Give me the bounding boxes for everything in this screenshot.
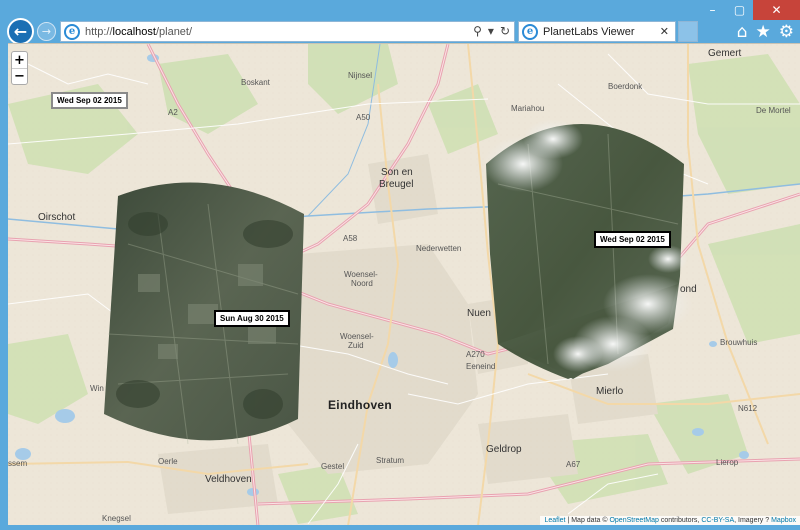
- label-a2: A2: [168, 108, 178, 117]
- label-woensel-noord: Woensel-: [344, 270, 378, 279]
- forward-button[interactable]: →: [37, 22, 56, 41]
- label-woensel-zuid-2: Zuid: [348, 341, 364, 350]
- refresh-icon[interactable]: ↻: [500, 24, 510, 38]
- favorites-star-icon[interactable]: ★: [756, 22, 771, 42]
- label-gestel: Gestel: [321, 462, 345, 471]
- label-son-en: Son en: [381, 167, 413, 178]
- label-nederwetten: Nederwetten: [416, 244, 462, 253]
- back-button[interactable]: ←: [7, 18, 34, 45]
- zoom-in-button[interactable]: +: [12, 52, 27, 68]
- label-oirschot: Oirschot: [38, 212, 76, 223]
- dropdown-icon[interactable]: ▾: [488, 24, 494, 38]
- label-brouwhuis: Brouwhuis: [720, 338, 758, 347]
- url-text[interactable]: http://localhost/planet/: [85, 26, 192, 38]
- label-eeneind: Eeneind: [466, 362, 496, 371]
- label-mierlo: Mierlo: [596, 386, 624, 397]
- label-stratum: Stratum: [376, 456, 405, 465]
- zoom-control: + −: [11, 51, 28, 85]
- map-container[interactable]: Oirschot Boskant Nijnsel Boerdonk Gemert…: [8, 43, 800, 525]
- cc-link[interactable]: CC-BY-SA: [701, 517, 734, 524]
- label-win: Win: [90, 384, 104, 393]
- label-a58: A58: [343, 234, 358, 243]
- arrow-right-icon: →: [41, 25, 52, 38]
- label-breugel: Breugel: [379, 179, 414, 190]
- label-boerdonk: Boerdonk: [608, 82, 643, 91]
- browser-right-icons: ⌂ ★ ⚙: [737, 22, 794, 42]
- label-knegsel: Knegsel: [102, 514, 131, 523]
- zoom-out-button[interactable]: −: [12, 68, 27, 84]
- address-tools: ⚲ ▾ ↻: [473, 24, 510, 38]
- label-a67: A67: [566, 460, 581, 469]
- label-essem: ssem: [8, 459, 28, 468]
- label-oerle: Oerle: [158, 457, 178, 466]
- settings-gear-icon[interactable]: ⚙: [779, 22, 794, 42]
- label-veldhoven: Veldhoven: [205, 474, 252, 485]
- date-label-left-scene[interactable]: Sun Aug 30 2015: [214, 310, 290, 327]
- browser-window: – ▢ ✕ ← → e http://localhost/planet/ ⚲ ▾…: [0, 0, 800, 530]
- attribution-text-3: , Imagery ?: [734, 517, 772, 524]
- label-n612: N612: [738, 404, 758, 413]
- tab-planetlabs[interactable]: e PlanetLabs Viewer ✕: [518, 21, 676, 42]
- address-bar[interactable]: e http://localhost/planet/ ⚲ ▾ ↻: [60, 21, 515, 42]
- home-icon[interactable]: ⌂: [737, 22, 748, 42]
- new-tab-button[interactable]: [678, 21, 698, 42]
- attribution-text-2: contributors,: [658, 517, 702, 524]
- leaflet-link[interactable]: Leaflet: [544, 517, 565, 524]
- map-attribution: Leaflet | Map data © OpenStreetMap contr…: [540, 516, 800, 525]
- label-de-mortel: De Mortel: [756, 106, 791, 115]
- attribution-text-1: | Map data ©: [565, 517, 610, 524]
- label-eindhoven: Eindhoven: [328, 398, 393, 412]
- label-mariahout: Mariahou: [511, 104, 545, 113]
- tab-close-icon[interactable]: ✕: [660, 25, 669, 38]
- label-lierop: Lierop: [716, 458, 739, 467]
- date-label-topleft[interactable]: Wed Sep 02 2015: [51, 92, 128, 109]
- osm-link[interactable]: OpenStreetMap: [609, 517, 658, 524]
- ie-page-icon: e: [64, 23, 80, 40]
- label-woensel-noord-2: Noord: [351, 279, 373, 288]
- label-boskant: Boskant: [241, 78, 270, 87]
- label-nijnsel: Nijnsel: [348, 71, 373, 80]
- label-nuenen: Nuen: [467, 308, 491, 319]
- ie-tab-icon: e: [522, 23, 538, 40]
- label-woensel-zuid: Woensel-: [340, 332, 374, 341]
- label-bakel: ond: [680, 284, 697, 295]
- label-gemert: Gemert: [708, 48, 742, 59]
- label-geldrop: Geldrop: [486, 444, 522, 455]
- search-icon[interactable]: ⚲: [473, 24, 482, 38]
- tab-title: PlanetLabs Viewer: [543, 25, 635, 38]
- label-a50: A50: [356, 113, 371, 122]
- date-label-right-scene[interactable]: Wed Sep 02 2015: [594, 231, 671, 248]
- arrow-left-icon: ←: [13, 22, 28, 41]
- label-a270: A270: [466, 350, 485, 359]
- mapbox-link[interactable]: Mapbox: [771, 517, 796, 524]
